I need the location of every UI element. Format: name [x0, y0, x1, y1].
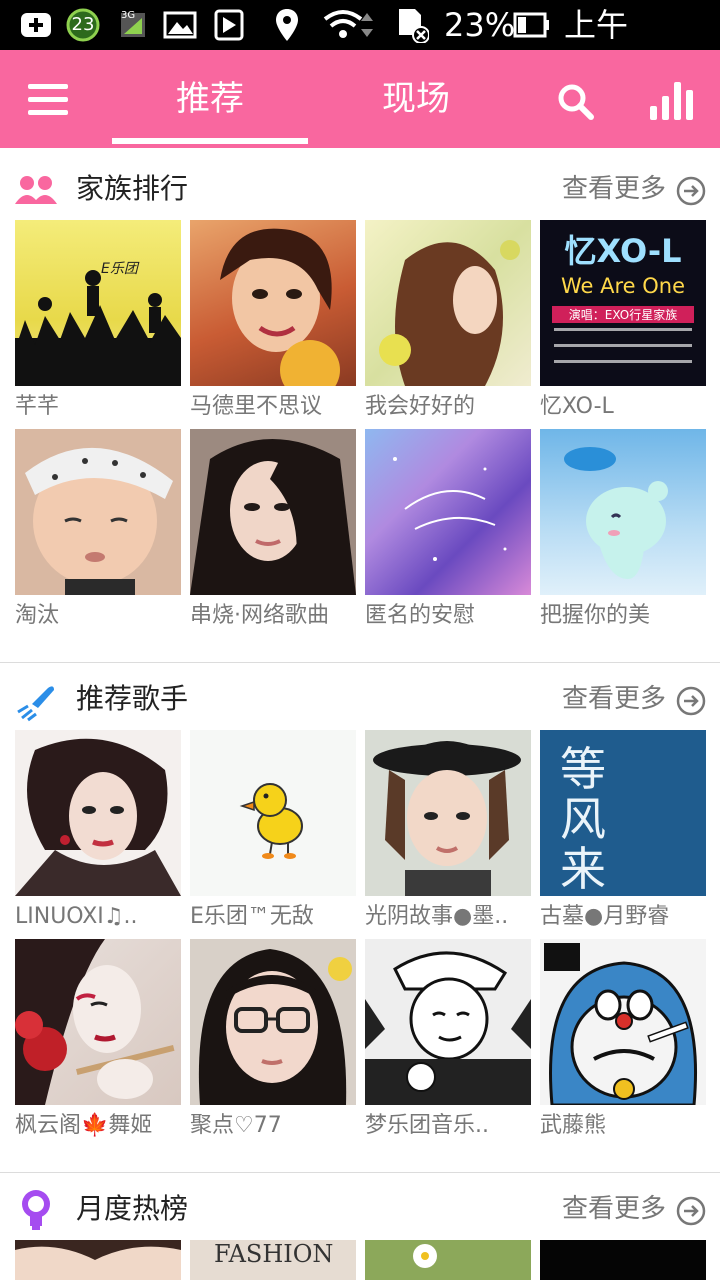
section-divider [0, 1172, 720, 1173]
section-header: 家族排行 查看更多 [0, 154, 720, 224]
notification-count: 23 [71, 14, 95, 35]
section-header: 月度热榜 查看更多 [0, 1174, 720, 1244]
battery-icon [512, 8, 552, 42]
family-group-icon [14, 172, 58, 208]
galaxy-thumbnail [365, 429, 531, 595]
fashion-text: FASHION [214, 1240, 334, 1268]
card-caption: 聚点♡77 [190, 1113, 282, 1138]
notification-count-icon: 23 [64, 8, 102, 42]
card-caption: 淘汰 [15, 603, 60, 628]
chart-thumbnail [540, 1240, 706, 1280]
card-caption: 芊芊 [15, 394, 60, 419]
card-caption: LINUOXI♫.. [15, 904, 138, 929]
avatar-thumbnail [190, 220, 356, 386]
card-caption: 梦乐团音乐.. [365, 1113, 489, 1138]
card-caption: 忆XO-L [540, 394, 614, 419]
card-caption: E乐团™无敌 [190, 904, 314, 929]
location-icon [270, 8, 304, 42]
cartoon-ghost-thumbnail [540, 429, 706, 595]
singer-avatar-thumbnail [365, 730, 531, 896]
card-caption: 古墓●月野睿 [540, 904, 670, 929]
wifi-icon [322, 8, 378, 42]
exo-poster-thumbnail: 忆XO-L We Are One 演唱：EXO行星家族 [540, 220, 706, 386]
card-caption: 串烧·网络歌曲 [190, 603, 329, 628]
section-title: 月度热榜 [76, 1192, 189, 1225]
painted-lady-thumbnail [15, 939, 181, 1105]
network-3g-icon: 3G [118, 8, 148, 42]
glasses-girl-thumbnail [190, 939, 356, 1105]
active-tab-indicator [112, 138, 308, 144]
singer-avatar-thumbnail [15, 730, 181, 896]
lightbulb-icon [18, 1188, 54, 1232]
view-more-link[interactable]: 查看更多 [562, 1189, 666, 1229]
network-label: 3G [121, 10, 136, 21]
ranking-chart-icon[interactable] [650, 82, 696, 120]
section-title: 家族排行 [76, 172, 189, 205]
section-family-ranking: 家族排行 查看更多 E乐团 芊芊 马德里不思议 我会好好的 忆XO-L We A… [0, 154, 720, 660]
card-caption: 我会好好的 [365, 394, 476, 419]
rocket-icon [14, 682, 58, 722]
chart-thumbnail [15, 1240, 181, 1280]
card-caption: 武藤熊 [540, 1113, 607, 1138]
add-notification-icon [18, 8, 54, 42]
calligraphy-text: 等风来 [560, 742, 606, 896]
card-caption: 把握你的美 [540, 603, 651, 628]
arrow-right-circle-icon[interactable] [676, 1196, 706, 1226]
exo-line: 演唱：EXO行星家族 [552, 306, 694, 323]
card-caption: 马德里不思议 [190, 394, 323, 419]
baby-thumbnail [15, 429, 181, 595]
view-more-link[interactable]: 查看更多 [562, 169, 666, 209]
band-concert-thumbnail: E乐团 [15, 220, 181, 386]
section-divider [0, 662, 720, 663]
arrow-right-circle-icon[interactable] [676, 686, 706, 716]
duck-avatar-thumbnail [190, 730, 356, 896]
card-caption: 光阴故事●墨.. [365, 904, 509, 929]
avatar-thumbnail [365, 220, 531, 386]
calligraphy-thumbnail: 等风来 [540, 730, 706, 896]
chart-thumbnail [365, 1240, 531, 1280]
exo-lyrics-block [554, 328, 692, 376]
card-caption: 枫云阁🍁舞姬 [15, 1113, 153, 1138]
top-nav-bar: 推荐 现场 [0, 50, 720, 148]
arrow-right-circle-icon[interactable] [676, 176, 706, 206]
battery-percent: 23% [444, 6, 516, 44]
search-icon[interactable] [556, 82, 596, 122]
sdcard-removed-icon [394, 8, 430, 43]
view-more-link[interactable]: 查看更多 [562, 679, 666, 719]
tab-live[interactable]: 现场 [382, 76, 450, 122]
section-monthly-chart: 月度热榜 查看更多 FASHION [0, 1174, 720, 1280]
section-title: 推荐歌手 [76, 682, 189, 715]
status-bar: 23 3G 23% 上午11:47 [0, 0, 720, 82]
section-recommended-singers: 推荐歌手 查看更多 LINUOXI♫.. E乐团™无敌 光阴故事●墨.. 等风来… [0, 664, 720, 1170]
card-caption: 匿名的安慰 [365, 603, 476, 628]
tab-recommend[interactable]: 推荐 [176, 76, 244, 122]
media-play-icon [212, 8, 246, 42]
menu-icon[interactable] [28, 84, 68, 116]
exo-title: 忆XO-L [564, 232, 682, 270]
band-logo-text: E乐团 [101, 261, 138, 277]
gallery-icon [162, 8, 198, 42]
avatar-thumbnail [190, 429, 356, 595]
manga-thumbnail [365, 939, 531, 1105]
section-header: 推荐歌手 查看更多 [0, 664, 720, 734]
doraemon-thumbnail [540, 939, 706, 1105]
exo-subtitle: We Are One [560, 274, 686, 298]
chart-thumbnail: FASHION [190, 1240, 356, 1280]
